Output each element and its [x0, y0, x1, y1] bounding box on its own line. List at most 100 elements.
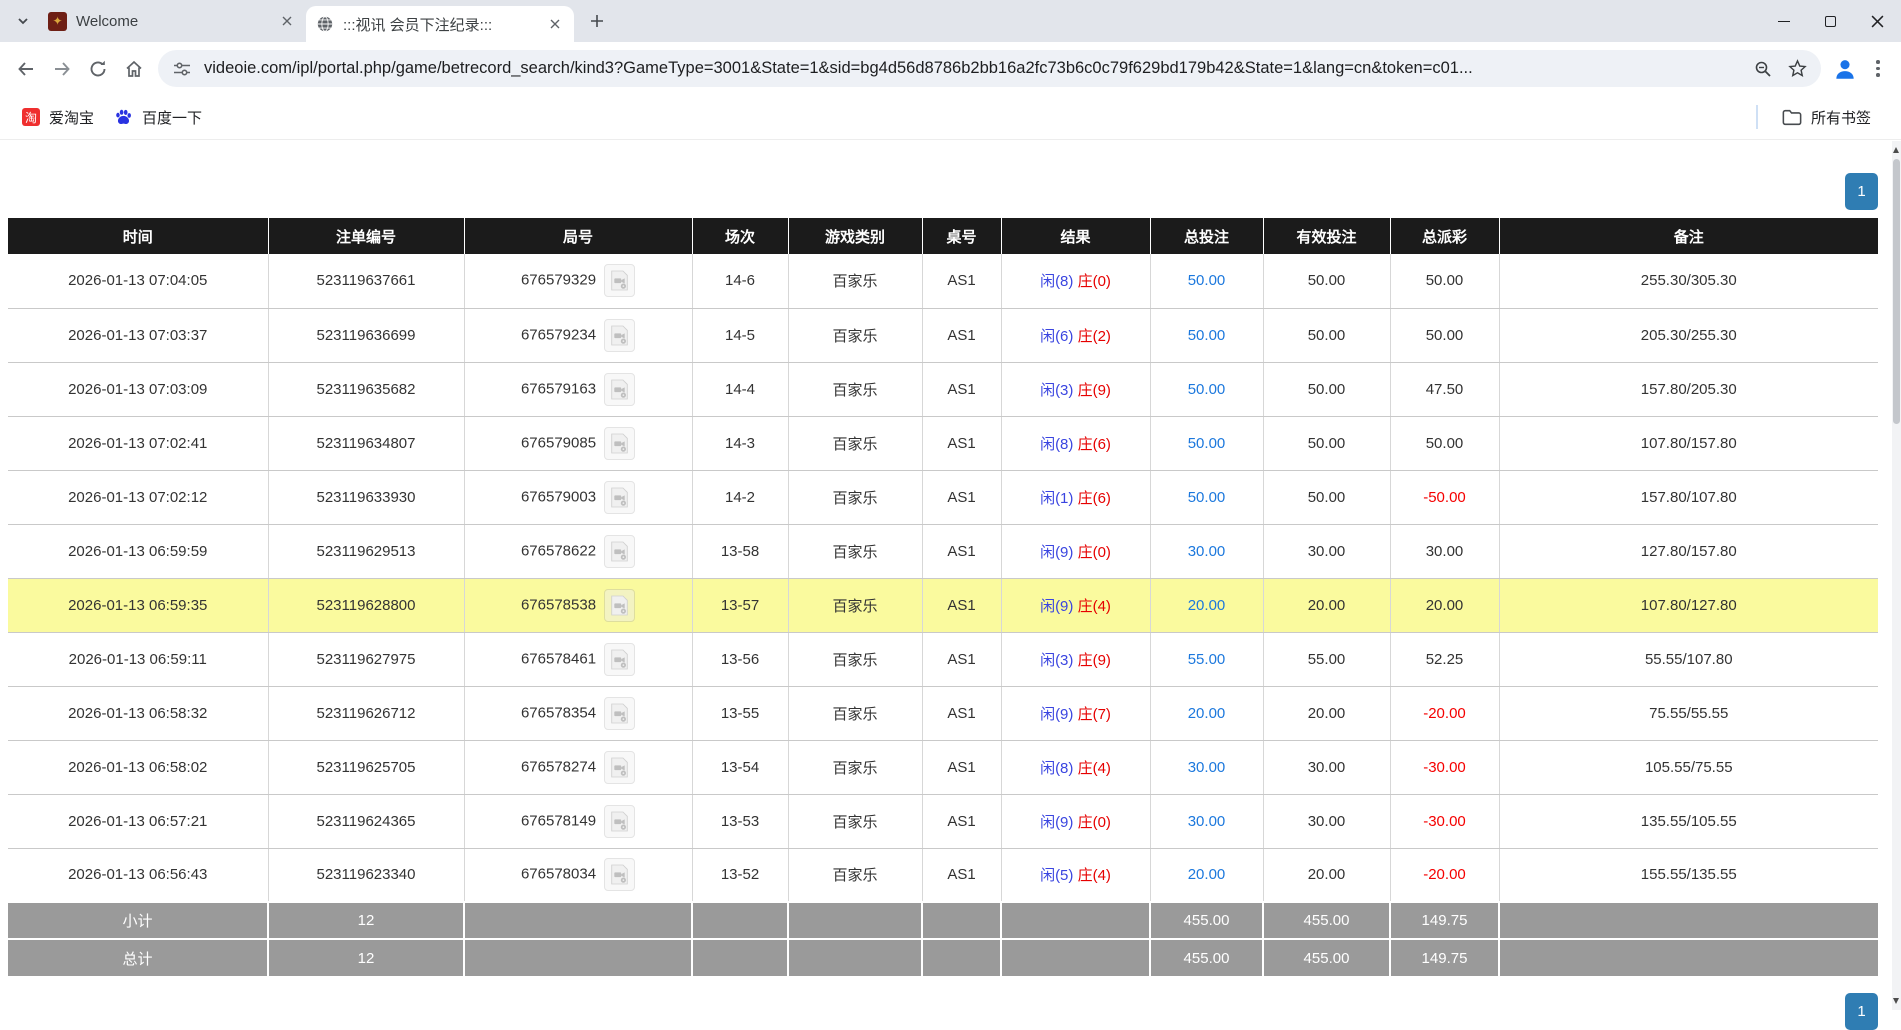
video-replay-button[interactable] — [604, 589, 635, 622]
video-replay-button[interactable] — [604, 643, 635, 676]
bet-id: 523119634807 — [268, 416, 464, 470]
video-replay-button[interactable] — [604, 697, 635, 730]
total-bet-link[interactable]: 30.00 — [1188, 813, 1226, 830]
round-cell: 676578274 — [464, 740, 692, 794]
forward-button[interactable] — [44, 51, 80, 87]
round-cell: 676578354 — [464, 686, 692, 740]
table-row[interactable]: 2026-01-13 06:57:21523119624365676578149… — [8, 794, 1878, 848]
total-bet-link[interactable]: 30.00 — [1188, 759, 1226, 776]
table-row[interactable]: 2026-01-13 06:58:32523119626712676578354… — [8, 686, 1878, 740]
summary-payout: 149.75 — [1390, 902, 1499, 939]
summary-empty-cell — [788, 939, 922, 976]
address-bar[interactable]: videoie.com/ipl/portal.php/game/betrecor… — [158, 50, 1821, 87]
zoom-icon[interactable] — [1751, 57, 1775, 81]
video-replay-button[interactable] — [604, 373, 635, 406]
total-bet-link[interactable]: 20.00 — [1188, 597, 1226, 614]
summary-empty-cell — [692, 939, 788, 976]
url-text[interactable]: videoie.com/ipl/portal.php/game/betrecor… — [204, 59, 1741, 78]
total-bet-link[interactable]: 55.00 — [1188, 651, 1226, 668]
total-bet-link[interactable]: 50.00 — [1188, 489, 1226, 506]
summary-empty-cell — [922, 902, 1001, 939]
all-bookmarks-button[interactable]: 所有书签 — [1772, 102, 1881, 132]
browser-menu-button[interactable] — [1863, 51, 1893, 87]
session: 14-4 — [692, 362, 788, 416]
video-replay-button[interactable] — [604, 535, 635, 568]
bet-id: 523119625705 — [268, 740, 464, 794]
round-cell: 676579163 — [464, 362, 692, 416]
maximize-button[interactable] — [1807, 0, 1854, 42]
scrollbar-thumb[interactable] — [1893, 159, 1900, 424]
round-cell: 676579085 — [464, 416, 692, 470]
table-row[interactable]: 2026-01-13 07:03:37523119636699676579234… — [8, 308, 1878, 362]
total-bet-link[interactable]: 20.00 — [1188, 866, 1226, 883]
round-cell: 676579329 — [464, 254, 692, 308]
bet-id: 523119636699 — [268, 308, 464, 362]
table-row[interactable]: 2026-01-13 07:03:09523119635682676579163… — [8, 362, 1878, 416]
tab-title: :::视讯 会员下注纪录::: — [343, 14, 537, 35]
game-type: 百家乐 — [788, 416, 922, 470]
round-cell: 676578538 — [464, 578, 692, 632]
table-row[interactable]: 2026-01-13 06:56:43523119623340676578034… — [8, 848, 1878, 902]
total-bet-cell: 55.00 — [1150, 632, 1263, 686]
video-replay-button[interactable] — [604, 805, 635, 838]
video-replay-button[interactable] — [604, 319, 635, 352]
close-icon[interactable] — [546, 15, 564, 33]
bookmarks-bar: 淘 爱淘宝 百度一下 所有书签 — [0, 95, 1901, 140]
column-header: 场次 — [692, 218, 788, 254]
payout: 50.00 — [1390, 254, 1499, 308]
session: 14-6 — [692, 254, 788, 308]
table-row[interactable]: 2026-01-13 06:59:11523119627975676578461… — [8, 632, 1878, 686]
video-replay-button[interactable] — [604, 264, 635, 297]
new-tab-button[interactable] — [582, 6, 612, 36]
forward-icon — [52, 59, 72, 79]
reload-button[interactable] — [80, 51, 116, 87]
home-icon — [124, 59, 144, 79]
remark: 157.80/205.30 — [1499, 362, 1878, 416]
bet-time: 2026-01-13 07:02:41 — [8, 416, 268, 470]
video-replay-button[interactable] — [604, 751, 635, 784]
scroll-down-icon[interactable] — [1893, 998, 1899, 1004]
table-row[interactable]: 2026-01-13 06:58:02523119625705676578274… — [8, 740, 1878, 794]
round-id: 676579329 — [521, 272, 596, 289]
scrollbar[interactable] — [1892, 141, 1901, 1010]
video-replay-button[interactable] — [604, 427, 635, 460]
video-replay-button[interactable] — [604, 858, 635, 891]
total-bet-link[interactable]: 50.00 — [1188, 381, 1226, 398]
total-bet-link[interactable]: 50.00 — [1188, 327, 1226, 344]
payout: 20.00 — [1390, 578, 1499, 632]
close-window-button[interactable] — [1854, 0, 1901, 42]
back-icon — [16, 59, 36, 79]
tab-search-button[interactable] — [8, 6, 38, 36]
bookmarks-right: 所有书签 — [1756, 102, 1889, 132]
column-header: 总派彩 — [1390, 218, 1499, 254]
round-id: 676578034 — [521, 866, 596, 883]
table-no: AS1 — [922, 254, 1001, 308]
table-row[interactable]: 2026-01-13 06:59:35523119628800676578538… — [8, 578, 1878, 632]
scroll-up-icon[interactable] — [1893, 147, 1899, 153]
video-replay-button[interactable] — [604, 481, 635, 514]
table-row[interactable]: 2026-01-13 07:02:12523119633930676579003… — [8, 470, 1878, 524]
pagination-page-1-bottom[interactable]: 1 — [1845, 993, 1878, 1030]
close-icon[interactable] — [278, 12, 296, 30]
summary-total-bet: 455.00 — [1150, 939, 1263, 976]
bookmark-baidu[interactable]: 百度一下 — [104, 102, 212, 132]
bet-time: 2026-01-13 07:03:09 — [8, 362, 268, 416]
total-bet-link[interactable]: 20.00 — [1188, 705, 1226, 722]
pagination-page-1-top[interactable]: 1 — [1845, 173, 1878, 210]
table-row[interactable]: 2026-01-13 07:04:05523119637661676579329… — [8, 254, 1878, 308]
bookmark-aitaobao[interactable]: 淘 爱淘宝 — [12, 102, 104, 132]
table-row[interactable]: 2026-01-13 06:59:59523119629513676578622… — [8, 524, 1878, 578]
table-row[interactable]: 2026-01-13 07:02:41523119634807676579085… — [8, 416, 1878, 470]
home-button[interactable] — [116, 51, 152, 87]
back-button[interactable] — [8, 51, 44, 87]
profile-avatar[interactable] — [1827, 51, 1863, 87]
total-bet-link[interactable]: 30.00 — [1188, 543, 1226, 560]
tab-welcome[interactable]: ✦ Welcome — [38, 0, 306, 42]
minimize-button[interactable] — [1760, 0, 1807, 42]
site-settings-icon[interactable] — [170, 57, 194, 81]
bet-record-table: 时间注单编号局号场次游戏类别桌号结果总投注有效投注总派彩备注 2026-01-1… — [8, 218, 1878, 976]
bookmark-star-icon[interactable] — [1785, 57, 1809, 81]
tab-bet-records[interactable]: :::视讯 会员下注纪录::: — [306, 6, 574, 42]
total-bet-link[interactable]: 50.00 — [1188, 435, 1226, 452]
total-bet-link[interactable]: 50.00 — [1188, 272, 1226, 289]
